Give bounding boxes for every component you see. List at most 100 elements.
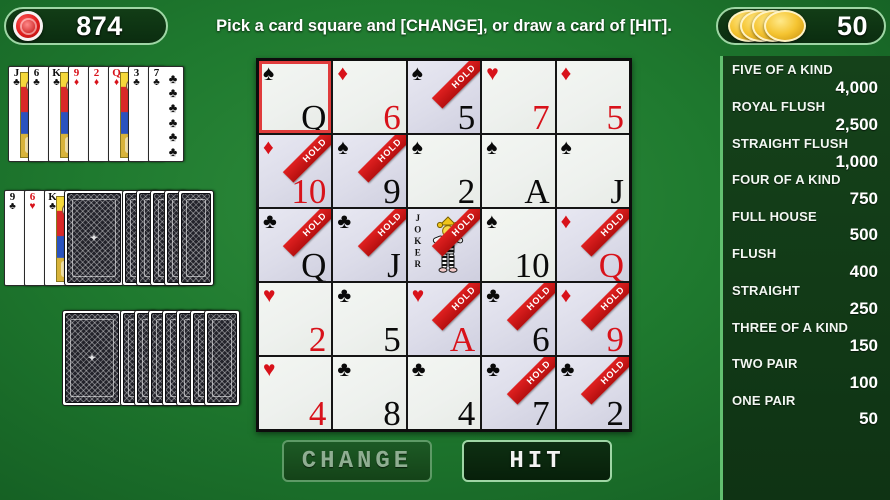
card-cell[interactable]: ♠ J xyxy=(556,135,629,207)
card-rank: J xyxy=(610,172,624,207)
score-display: 874 xyxy=(4,7,168,45)
payout-row: ONE PAIR 50 xyxy=(732,393,880,429)
card-cell[interactable]: ♠ Q xyxy=(259,61,332,133)
card-corner-index: 7 ♣ xyxy=(151,68,162,88)
card-suit-icon: ♠ xyxy=(263,62,275,85)
payout-row: STRAIGHT FLUSH 1,000 xyxy=(732,136,880,172)
card-cell[interactable]: ♣ 5 xyxy=(333,283,406,355)
card-cell[interactable]: ♥ 2 xyxy=(259,283,332,355)
card-cell[interactable]: ♣ 7 HOLD xyxy=(482,357,555,429)
card-suit-icon: ♣ xyxy=(486,358,500,381)
card-pips: ♣♣♣♣♣♣ xyxy=(168,70,178,160)
card-corner-index: 9 ♣ xyxy=(7,192,18,212)
card-cell[interactable]: ♦ 10 HOLD xyxy=(259,135,332,207)
card-suit-icon: ♥ xyxy=(263,284,276,307)
card-cell[interactable]: ♥ A HOLD xyxy=(407,283,481,355)
card-suit-icon: ♥ xyxy=(263,358,276,381)
gold-poker-chip-stack-icon xyxy=(728,10,806,42)
card-suit-icon: ♣ xyxy=(337,358,352,381)
card-cell[interactable]: ♠ A xyxy=(482,135,555,207)
card-cell[interactable]: ♣ 2 HOLD xyxy=(556,357,629,429)
card-rank: 2 xyxy=(606,394,625,429)
card-suit-icon: ♣ xyxy=(263,210,277,233)
card-suit-icon: ♣ xyxy=(337,210,352,233)
payout-hand-name: FOUR OF A KIND xyxy=(732,172,841,188)
card-rank: Q xyxy=(598,246,624,281)
card-rank: Q xyxy=(301,98,327,133)
card-rank: 8 xyxy=(383,394,401,429)
card-cell[interactable]: ♣ J HOLD xyxy=(333,209,406,281)
card-rank: 9 xyxy=(606,320,625,355)
payout-row: FOUR OF A KIND 750 xyxy=(732,172,880,208)
card-suit-icon: ♠ xyxy=(560,136,572,159)
card-cell[interactable]: JOKER HOLD xyxy=(407,209,481,281)
card-cell[interactable]: ♠ 9 HOLD xyxy=(333,135,406,207)
card-cell[interactable]: ♦ 6 xyxy=(333,61,406,133)
card-cell[interactable]: ♠ 10 xyxy=(482,209,555,281)
joker-label: JOKER xyxy=(412,213,423,271)
card-rank: 4 xyxy=(457,394,476,429)
card-cell[interactable]: ♦ 9 HOLD xyxy=(556,283,629,355)
card-suit-icon: ♦ xyxy=(560,210,572,233)
card-suit-icon: ♦ xyxy=(73,77,80,88)
card-cell[interactable]: ♥ 7 xyxy=(482,61,555,133)
card-suit-icon: ♣ xyxy=(411,358,426,381)
card-rank: 4 xyxy=(308,394,327,429)
card-cell[interactable]: ♣ 8 xyxy=(333,357,406,429)
face-down-card xyxy=(64,190,124,286)
card-cell[interactable]: ♣ 6 HOLD xyxy=(482,283,555,355)
score-value: 874 xyxy=(76,10,123,41)
card-suit-icon: ♠ xyxy=(486,136,498,159)
card-rank: A xyxy=(449,320,476,355)
chips-value: 50 xyxy=(836,10,868,41)
payout-amount: 2,500 xyxy=(835,115,878,135)
card-corner-index: 6 ♥ xyxy=(27,192,38,212)
payout-row: FULL HOUSE 500 xyxy=(732,209,880,245)
card-suit-icon: ♦ xyxy=(560,62,572,85)
card-cell[interactable]: ♣ 4 xyxy=(407,357,481,429)
face-down-card xyxy=(204,310,240,406)
instruction-text: Pick a card square and [CHANGE], or draw… xyxy=(216,16,672,35)
payout-hand-name: FLUSH xyxy=(732,245,777,261)
card-cell[interactable]: ♠ 5 HOLD xyxy=(407,61,481,133)
card-rank: Q xyxy=(301,246,327,281)
card-cell[interactable]: ♠ 2 xyxy=(407,135,481,207)
card-suit-icon: ♥ xyxy=(29,201,36,212)
card-rank: 2 xyxy=(308,320,327,355)
card-rank: J xyxy=(387,246,401,281)
card-suit-icon: ♦ xyxy=(337,62,349,85)
payout-hand-name: TWO PAIR xyxy=(732,356,798,372)
payout-amount: 500 xyxy=(849,225,878,245)
card-suit-icon: ♦ xyxy=(560,284,572,307)
card-rank: 10 xyxy=(514,246,550,281)
card-cell[interactable]: ♣ Q HOLD xyxy=(259,209,332,281)
card-suit-icon: ♥ xyxy=(486,62,499,85)
card-rank: 9 xyxy=(383,172,401,207)
card-corner-index: 6 ♣ xyxy=(31,68,42,88)
card-rank: 5 xyxy=(606,98,625,133)
payout-hand-name: FIVE OF A KIND xyxy=(732,62,833,77)
payout-row: TWO PAIR 100 xyxy=(732,356,880,392)
payout-amount: 50 xyxy=(859,409,878,429)
card-cell[interactable]: ♦ 5 xyxy=(556,61,629,133)
card-suit-icon: ♣ xyxy=(560,358,575,381)
payout-hand-name: STRAIGHT FLUSH xyxy=(732,135,849,151)
card-cell[interactable]: ♥ 4 xyxy=(259,357,332,429)
face-down-card xyxy=(178,190,214,286)
card-grid[interactable]: ♠ Q ♦ 6 ♠ 5 HOLD ♥ 7 ♦ 5 ♦ 10 HOLD ♠ 9 HOLD ♠ 2 ♠ A ♠ J ♣ Q HOLD ♣… xyxy=(259,61,629,429)
hand-card: 7 ♣ ♣ ♣ ♣ ♣ ♣ ♣ xyxy=(148,66,184,162)
payout-row: FLUSH 400 xyxy=(732,246,880,282)
hit-button[interactable]: HIT xyxy=(462,440,612,482)
payout-row: THREE OF A KIND 150 xyxy=(732,320,880,356)
card-rank: 6 xyxy=(383,98,401,133)
card-suit-icon: ♣ xyxy=(9,201,16,212)
card-rank: 7 xyxy=(532,98,550,133)
card-cell[interactable]: ♦ Q HOLD xyxy=(556,209,629,281)
card-suit-icon: ♠ xyxy=(411,136,423,159)
card-rank: A xyxy=(524,172,550,207)
payout-row: FIVE OF A KIND 4,000 xyxy=(732,62,880,98)
card-rank: 5 xyxy=(457,98,476,133)
change-button[interactable]: CHANGE xyxy=(282,440,432,482)
payout-hand-name: ONE PAIR xyxy=(732,393,796,409)
payout-hand-name: FULL HOUSE xyxy=(732,209,817,225)
